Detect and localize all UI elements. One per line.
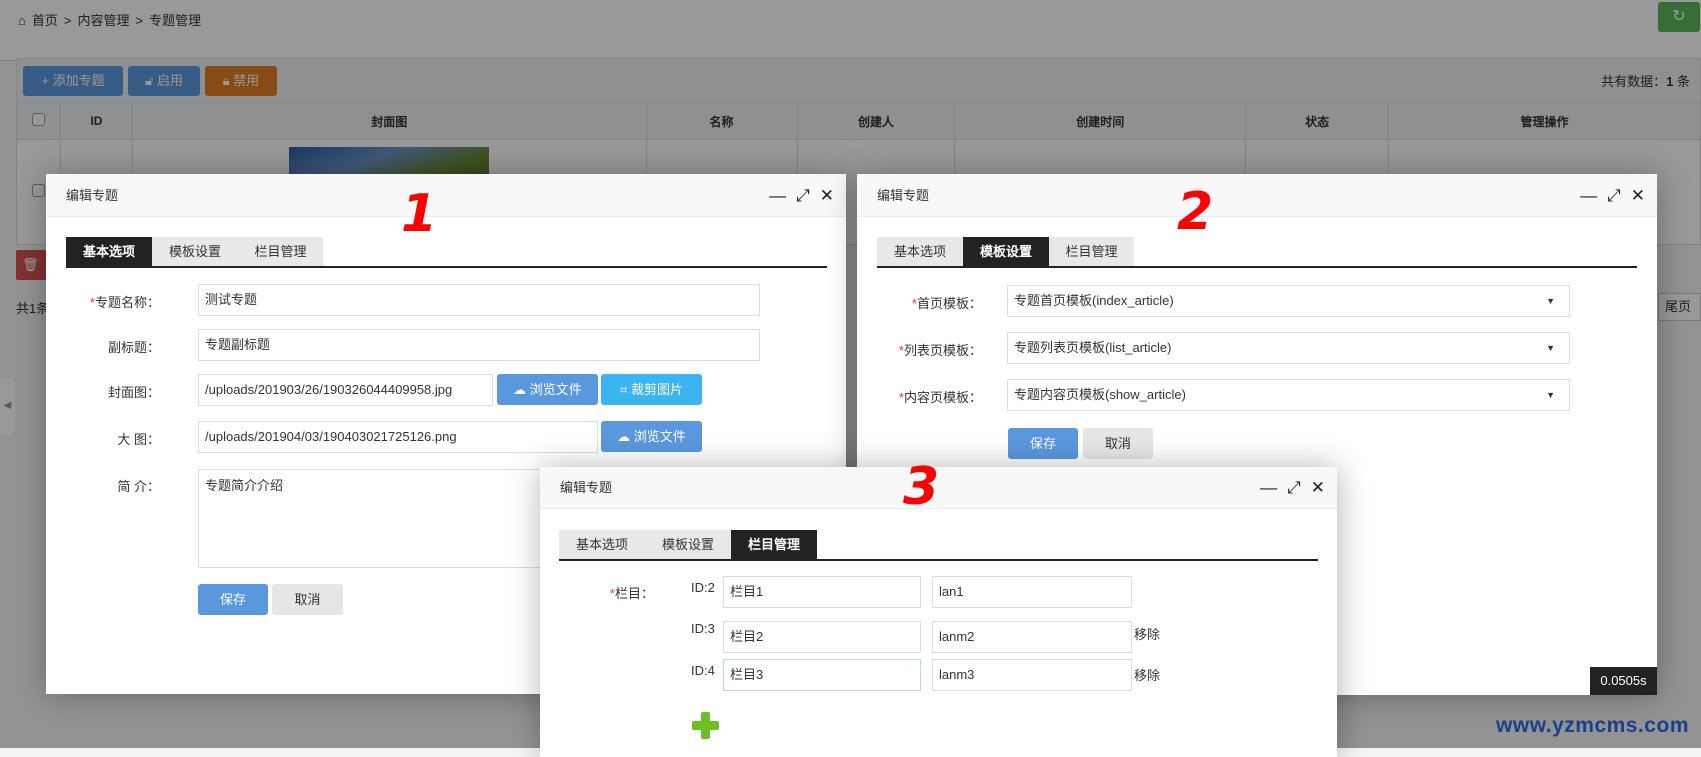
tab-columns[interactable]: 栏目管理: [731, 530, 817, 559]
tab-basic[interactable]: 基本选项: [559, 530, 645, 559]
topic-name-input[interactable]: 测试专题: [198, 284, 760, 316]
add-column-button[interactable]: [691, 711, 720, 740]
column-id: ID:3: [691, 621, 715, 636]
field-label-banner: 大 图：: [117, 432, 160, 447]
edit-topic-dialog-columns: 编辑专题 — ⤢ ✕ 基本选项 模板设置 栏目管理 *栏目： ID:2 栏目1 la…: [540, 457, 1337, 757]
load-time-badge: 0.0505s: [1590, 667, 1657, 695]
dialog-title: 编辑专题: [46, 174, 846, 217]
minimize-icon[interactable]: —: [1580, 186, 1597, 205]
upload-icon: ☁: [617, 429, 634, 444]
list-template-select[interactable]: 专题列表页模板(list_article): [1007, 332, 1570, 364]
browse-label: 浏览文件: [529, 382, 582, 397]
maximize-icon[interactable]: ⤢: [796, 186, 810, 205]
column-name-input[interactable]: 栏目2: [723, 621, 921, 653]
watermark: www.yzmcms.com: [1496, 714, 1689, 737]
dialog-controls: — ⤢ ✕: [759, 174, 834, 217]
tab-columns[interactable]: 栏目管理: [238, 237, 323, 266]
column-alias-input[interactable]: lanm2: [932, 621, 1132, 653]
content-template-select[interactable]: 专题内容页模板(show_article): [1007, 379, 1570, 411]
cancel-button[interactable]: 取消: [1083, 428, 1153, 459]
tab-columns[interactable]: 栏目管理: [1049, 237, 1134, 266]
tab-template[interactable]: 模板设置: [152, 237, 238, 266]
dialog-title: 编辑专题: [857, 174, 1657, 217]
field-label-home-template: *首页模板：: [911, 296, 982, 311]
minimize-icon[interactable]: —: [1260, 478, 1277, 497]
tab-template[interactable]: 模板设置: [963, 237, 1049, 266]
column-id: ID:2: [691, 580, 715, 595]
subtitle-input[interactable]: 专题副标题: [198, 329, 760, 361]
field-label-cover: 封面图：: [107, 385, 160, 400]
tab-template[interactable]: 模板设置: [645, 530, 731, 559]
browse-banner-button[interactable]: ☁ 浏览文件: [601, 421, 702, 452]
tab-bar: 基本选项 模板设置 栏目管理: [66, 237, 827, 268]
annotation-3: 3: [903, 457, 940, 517]
column-name-input[interactable]: 栏目3: [723, 659, 921, 691]
cancel-button[interactable]: 取消: [272, 584, 343, 615]
column-alias-input[interactable]: lan1: [932, 576, 1132, 608]
close-icon[interactable]: ✕: [820, 186, 834, 205]
field-label-name: *专题名称：: [89, 295, 160, 310]
annotation-2: 2: [1177, 182, 1214, 242]
tab-basic[interactable]: 基本选项: [877, 237, 963, 266]
remove-column-link[interactable]: 移除: [1134, 665, 1160, 684]
dialog-controls: — ⤢ ✕: [1250, 467, 1325, 509]
dialog-controls: — ⤢ ✕: [1570, 174, 1645, 217]
home-template-select[interactable]: 专题首页模板(index_article): [1007, 285, 1570, 317]
field-label-content-template: *内容页模板：: [898, 390, 982, 405]
remove-column-link[interactable]: 移除: [1134, 624, 1160, 643]
crop-image-button[interactable]: ⌗ 裁剪图片: [601, 374, 702, 405]
browse-label: 浏览文件: [633, 429, 686, 444]
plus-icon: [692, 712, 719, 739]
column-alias-input[interactable]: lanm3: [932, 659, 1132, 691]
annotation-1: 1: [401, 184, 438, 244]
save-button[interactable]: 保存: [1008, 428, 1078, 459]
maximize-icon[interactable]: ⤢: [1607, 186, 1621, 205]
field-label-subtitle: 副标题：: [107, 340, 160, 355]
save-button[interactable]: 保存: [198, 584, 268, 615]
tab-bar: 基本选项 模板设置 栏目管理: [877, 237, 1637, 268]
tab-bar: 基本选项 模板设置 栏目管理: [559, 530, 1318, 561]
minimize-icon[interactable]: —: [769, 186, 786, 205]
tab-basic[interactable]: 基本选项: [66, 237, 152, 266]
browse-cover-button[interactable]: ☁ 浏览文件: [497, 374, 598, 405]
crop-icon: ⌗: [620, 382, 631, 397]
column-name-input[interactable]: 栏目1: [723, 576, 921, 608]
upload-icon: ☁: [513, 382, 530, 397]
close-icon[interactable]: ✕: [1631, 186, 1645, 205]
column-id: ID:4: [691, 663, 715, 678]
crop-label: 裁剪图片: [630, 382, 683, 397]
field-label-list-template: *列表页模板：: [898, 343, 982, 358]
close-icon[interactable]: ✕: [1311, 478, 1325, 497]
cover-image-input[interactable]: /uploads/201903/26/190326044409958.jpg: [198, 374, 493, 406]
field-label-intro: 简 介：: [117, 479, 160, 494]
field-label-columns: *栏目：: [609, 586, 654, 601]
maximize-icon[interactable]: ⤢: [1287, 478, 1301, 497]
banner-image-input[interactable]: /uploads/201904/03/190403021725126.png: [198, 421, 598, 453]
